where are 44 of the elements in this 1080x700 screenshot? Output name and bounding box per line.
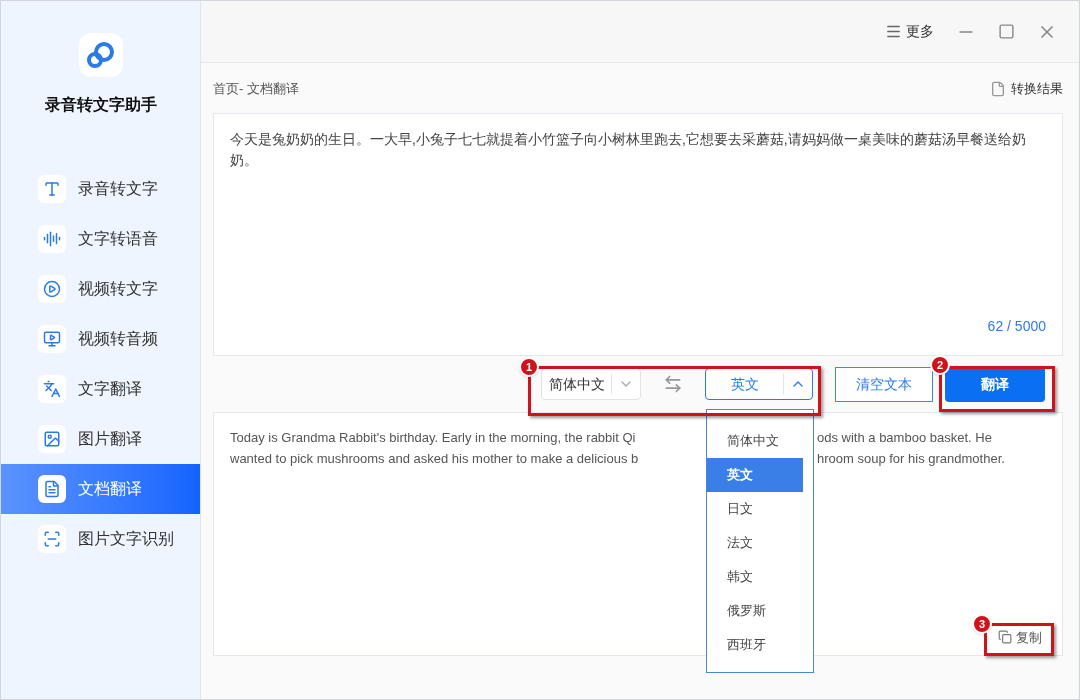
language-option[interactable]: 韩文 — [707, 560, 813, 594]
translated-text: hroom soup for his grandmother. — [817, 449, 1005, 468]
target-language-select[interactable]: 英文 — [705, 368, 813, 400]
translate-icon — [38, 375, 66, 403]
app-title: 录音转文字助手 — [44, 95, 157, 115]
app-logo-icon — [78, 33, 123, 77]
video-icon — [38, 325, 66, 353]
clear-text-button[interactable]: 清空文本 — [835, 366, 933, 402]
sound-wave-icon — [38, 225, 66, 253]
document-icon — [38, 475, 66, 503]
document-icon — [990, 81, 1006, 97]
language-option[interactable]: 俄罗斯 — [707, 594, 813, 628]
more-button[interactable]: 更多 — [885, 21, 934, 42]
nav-item[interactable]: 文档翻译 — [1, 464, 200, 514]
translated-text: ods with a bamboo basket. He — [817, 428, 992, 447]
nav-item[interactable]: 文字翻译 — [1, 364, 200, 414]
nav-item[interactable]: 文字转语音 — [1, 214, 200, 264]
letter-t-icon — [38, 175, 66, 203]
menu-icon — [885, 23, 902, 40]
character-counter: 62 / 5000 — [987, 317, 1046, 336]
language-option[interactable]: 西班牙 — [707, 628, 813, 662]
image-icon — [38, 425, 66, 453]
nav-item[interactable]: 图片文字识别 — [1, 514, 200, 564]
play-icon — [38, 275, 66, 303]
translated-text: wanted to pick mushrooms and asked his mother to make a delicious b — [230, 449, 640, 468]
nav-item[interactable]: 视频转音频 — [1, 314, 200, 364]
nav-item[interactable]: 图片翻译 — [1, 414, 200, 464]
source-language-select[interactable]: 简体中文 — [541, 368, 641, 400]
result-link[interactable]: 转换结果 — [990, 79, 1063, 99]
breadcrumb: 首页- 文档翻译 — [213, 80, 299, 99]
nav-item[interactable]: 视频转文字 — [1, 264, 200, 314]
language-option[interactable]: 简体中文 — [707, 424, 813, 458]
scan-icon — [38, 525, 66, 553]
source-text: 今天是兔奶奶的生日。一大早,小兔子七七就提着小竹篮子向小树林里跑去,它想要去采蘑菇,请妈妈做一桌美味的蘑菇汤早餐送给奶奶。 — [230, 130, 1027, 170]
language-option[interactable]: 法文 — [707, 526, 813, 560]
language-option[interactable]: 日文 — [707, 492, 813, 526]
copy-button[interactable]: 复制 — [998, 627, 1042, 647]
copy-icon — [998, 630, 1012, 645]
source-text-area[interactable]: 今天是兔奶奶的生日。一大早,小兔子七七就提着小竹篮子向小树林里跑去,它想要去采蘑菇,请妈妈做一桌美味的蘑菇汤早餐送给奶奶。 62 / 5000 — [213, 113, 1063, 356]
maximize-icon[interactable] — [998, 23, 1015, 40]
language-option[interactable]: 英文 — [707, 458, 803, 492]
translated-text: Today is Grandma Rabbit's birthday. Early in the morning, the rabbit Qi — [230, 428, 637, 447]
nav-item[interactable]: 录音转文字 — [1, 164, 200, 214]
swap-icon[interactable] — [663, 374, 683, 394]
